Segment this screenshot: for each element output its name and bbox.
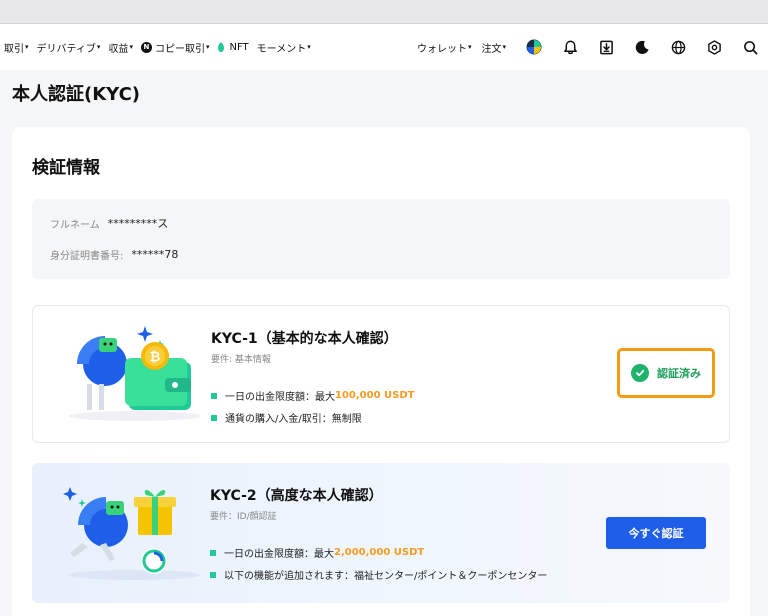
top-navbar: 取引 ▾ デリバティブ ▾ 収益 ▾ N コピー取引 ▾ NFT モーメント ▾ ウォレット…: [0, 24, 768, 70]
nav-item-copy-trade-label: コピー取引: [154, 43, 205, 55]
nav-right: ウォレット ▾ 注文 ▾: [417, 24, 768, 70]
kyc2-requirement: 要件：ID/顔認証: [210, 512, 277, 522]
nav-item-earn-label: 収益: [108, 43, 129, 55]
nav-item-nft[interactable]: NFT: [217, 41, 249, 53]
avatar-icon: [526, 39, 542, 55]
kyc2-limit-item: 一日の出金限度額：最大 2,000,000 USDT: [210, 545, 424, 560]
id-number-row: 身分証明書番号: ******78: [50, 247, 178, 262]
kyc1-status-text: 認証済み: [657, 367, 701, 380]
nav-item-nft-label: NFT: [229, 41, 249, 53]
kyc1-requirement: 要件: 基本情報: [211, 355, 271, 365]
check-circle-icon: [631, 364, 649, 382]
kyc2-gift-illustration-icon: [63, 487, 200, 580]
download-icon: [599, 40, 613, 54]
browser-top-strip: [0, 0, 768, 24]
kyc1-trade-text: 通貨の購入/入金/取引：無制限: [225, 414, 362, 425]
id-number-value: ******78: [131, 248, 179, 261]
nav-item-derivatives[interactable]: デリバティブ ▾: [37, 40, 101, 55]
nav-item-copy-trade[interactable]: N コピー取引 ▾: [140, 40, 210, 55]
avatar[interactable]: [516, 24, 552, 70]
nav-item-earn[interactable]: 収益 ▾: [108, 40, 133, 55]
nav-item-orders-label: 注文: [481, 43, 502, 55]
nav-item-moments[interactable]: モーメント ▾: [257, 40, 311, 55]
nav-left: 取引 ▾ デリバティブ ▾ 収益 ▾ N コピー取引 ▾ NFT モーメント ▾: [0, 40, 319, 55]
kyc2-limit-prefix: 一日の出金限度額：最大: [224, 549, 334, 560]
bullet-icon: [211, 414, 217, 421]
kyc1-title: KYC-1（基本的な本人確認）: [211, 331, 398, 347]
hexagon-settings-icon: [707, 39, 721, 55]
kyc1-limit-value: 100,000 USDT: [335, 390, 415, 401]
notification-button[interactable]: [552, 24, 588, 70]
chevron-down-icon: ▾: [25, 43, 29, 51]
chevron-down-icon: ▾: [129, 43, 133, 51]
section-title: 検証情報: [32, 158, 100, 178]
verify-now-button[interactable]: 今すぐ認証: [606, 517, 706, 549]
kyc1-limit-item: 一日の出金限度額：最大 100,000 USDT: [211, 388, 414, 403]
id-number-label: 身分証明書番号:: [50, 251, 124, 262]
bell-icon: [563, 40, 577, 54]
kyc2-features-text: 以下の機能が追加されます：福祉センター/ポイント＆クーポンセンター: [224, 571, 548, 582]
svg-text:₿: ₿: [150, 350, 161, 365]
fullname-value: *********ス: [107, 217, 169, 230]
moon-icon: [635, 40, 649, 54]
nav-item-derivatives-label: デリバティブ: [36, 43, 96, 55]
globe-icon: [671, 40, 685, 54]
verification-card: 検証情報 フルネーム *********ス 身分証明書番号: ******78: [12, 127, 750, 616]
language-button[interactable]: [660, 24, 696, 70]
fullname-label: フルネーム: [50, 219, 100, 231]
search-icon: [743, 40, 757, 54]
nav-item-trade-label: 取引: [4, 43, 24, 55]
kyc2-panel: KYC-2（高度な本人確認） 要件：ID/顔認証 一日の出金限度額：最大 2,00…: [32, 463, 730, 603]
chevron-down-icon: ▾: [467, 43, 472, 51]
kyc1-verified-badge: 認証済み: [617, 348, 715, 398]
fullname-row: フルネーム *********ス: [50, 215, 168, 231]
nav-item-orders[interactable]: 注文 ▾: [481, 40, 506, 55]
chevron-down-icon: ▾: [96, 43, 101, 51]
theme-toggle-button[interactable]: [624, 24, 660, 70]
search-button[interactable]: [732, 24, 768, 70]
chevron-down-icon: ▾: [307, 43, 311, 51]
kyc1-trade-item: 通貨の購入/入金/取引：無制限: [211, 410, 362, 425]
nav-item-moments-label: モーメント: [256, 43, 307, 55]
bullet-icon: [210, 549, 216, 556]
download-button[interactable]: [588, 24, 624, 70]
kyc2-title: KYC-2（高度な本人確認）: [210, 488, 383, 504]
kyc2-limit-value: 2,000,000 USDT: [334, 547, 425, 558]
bullet-icon: [211, 392, 217, 399]
nav-item-wallet[interactable]: ウォレット ▾: [417, 40, 472, 55]
nft-leaf-icon: [218, 41, 225, 52]
page-title: 本人認証(KYC): [12, 84, 141, 105]
kyc1-panel: ₿ KYC-1（基本的な本人確認） 要件: 基本情報 一日の出金限度額：最大 10…: [32, 305, 730, 443]
chevron-down-icon: ▾: [205, 43, 210, 51]
kyc1-limit-prefix: 一日の出金限度額：最大: [225, 392, 335, 403]
nav-item-trade[interactable]: 取引 ▾: [4, 40, 29, 55]
bullet-icon: [210, 571, 216, 578]
chevron-down-icon: ▾: [502, 43, 506, 51]
new-badge-icon: N: [140, 41, 152, 53]
identity-info-box: フルネーム *********ス 身分証明書番号: ******78: [32, 199, 730, 279]
kyc1-wallet-illustration-icon: ₿: [69, 326, 201, 421]
settings-button[interactable]: [696, 24, 732, 70]
nav-item-wallet-label: ウォレット: [416, 43, 467, 55]
kyc2-features-item: 以下の機能が追加されます：福祉センター/ポイント＆クーポンセンター: [210, 567, 547, 582]
